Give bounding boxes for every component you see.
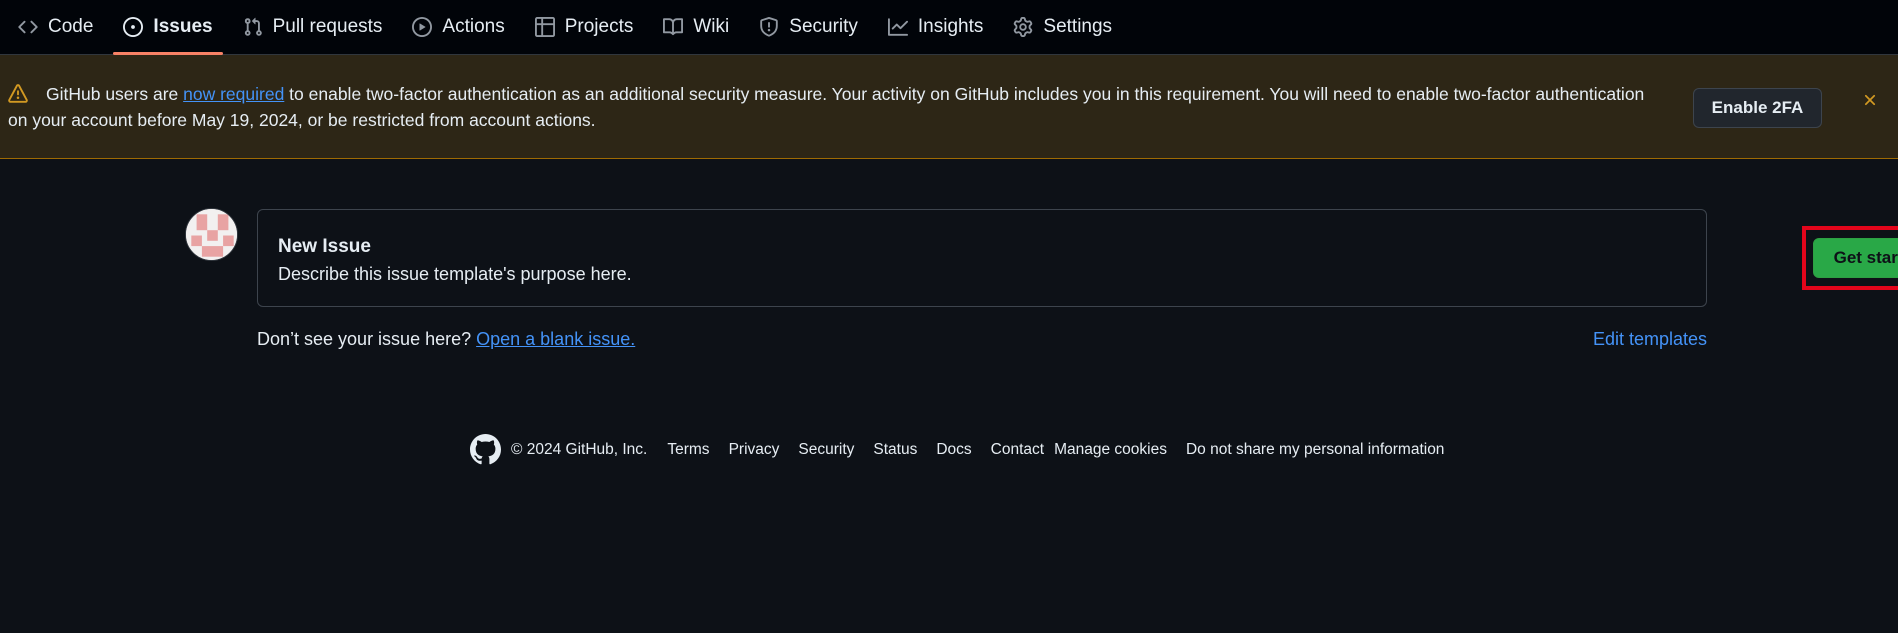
tab-pull-requests[interactable]: Pull requests (233, 0, 393, 54)
footer: © 2024 GitHub, Inc. Terms Privacy Securi… (470, 434, 1463, 465)
footer-link-status[interactable]: Status (873, 441, 917, 459)
graph-icon (887, 17, 908, 37)
banner-message: GitHub users are now required to enable … (8, 81, 1668, 133)
edit-templates-link[interactable]: Edit templates (1593, 329, 1707, 350)
tab-security[interactable]: Security (749, 0, 868, 54)
footer-link-privacy[interactable]: Privacy (729, 441, 780, 459)
footer-link-manage-cookies[interactable]: Manage cookies (1054, 441, 1167, 459)
tab-projects[interactable]: Projects (525, 0, 644, 54)
repo-nav: Code Issues Pull requests Actions Projec… (0, 0, 1898, 55)
tab-label: Code (48, 16, 94, 37)
x-icon[interactable] (1857, 87, 1883, 113)
template-title: New Issue (278, 236, 371, 257)
tab-label: Security (789, 16, 858, 37)
tab-actions[interactable]: Actions (402, 0, 514, 54)
tab-label: Projects (564, 16, 634, 37)
play-icon (412, 17, 433, 37)
git-pull-request-icon (243, 17, 263, 37)
tab-label: Insights (917, 16, 984, 37)
get-started-button[interactable]: Get started (1813, 238, 1898, 278)
prompt-text: Don’t see your issue here? (257, 329, 477, 349)
issue-template-card: New Issue Describe this issue template's… (257, 209, 1898, 307)
tab-insights[interactable]: Insights (878, 0, 993, 54)
shield-icon (759, 17, 779, 37)
gear-icon (1013, 17, 1033, 37)
issue-opened-icon (123, 17, 144, 37)
footer-link-terms[interactable]: Terms (667, 441, 709, 459)
footer-link-contact[interactable]: Contact (991, 441, 1044, 459)
avatar[interactable] (185, 208, 238, 261)
template-description: Describe this issue template's purpose h… (278, 264, 632, 284)
tab-settings[interactable]: Settings (1003, 0, 1122, 54)
book-icon (663, 17, 684, 37)
tab-label: Wiki (693, 16, 730, 37)
banner-text-before: GitHub users are (46, 84, 184, 104)
tab-label: Issues (153, 16, 213, 37)
github-logo-icon[interactable] (470, 434, 501, 465)
two-factor-banner: GitHub users are now required to enable … (0, 55, 1898, 159)
tab-wiki[interactable]: Wiki (653, 0, 739, 54)
tab-label: Pull requests (272, 16, 383, 37)
copyright: © 2024 GitHub, Inc. (511, 440, 648, 458)
identicon-icon (186, 209, 237, 260)
enable-2fa-button[interactable]: Enable 2FA (1693, 88, 1822, 128)
blank-issue-prompt: Don’t see your issue here? Open a blank … (257, 329, 635, 350)
footer-link-docs[interactable]: Docs (936, 441, 971, 459)
now-required-link[interactable]: now required (183, 84, 284, 104)
table-icon (534, 17, 555, 37)
footer-link-do-not-share[interactable]: Do not share my personal information (1186, 441, 1444, 459)
tab-code[interactable]: Code (8, 0, 103, 54)
open-blank-issue-link[interactable]: Open a blank issue. (476, 329, 635, 349)
tab-label: Actions (442, 16, 505, 37)
footer-link-security[interactable]: Security (798, 441, 854, 459)
tab-label: Settings (1043, 16, 1113, 37)
code-icon (18, 17, 38, 37)
tab-issues[interactable]: Issues (113, 0, 223, 55)
